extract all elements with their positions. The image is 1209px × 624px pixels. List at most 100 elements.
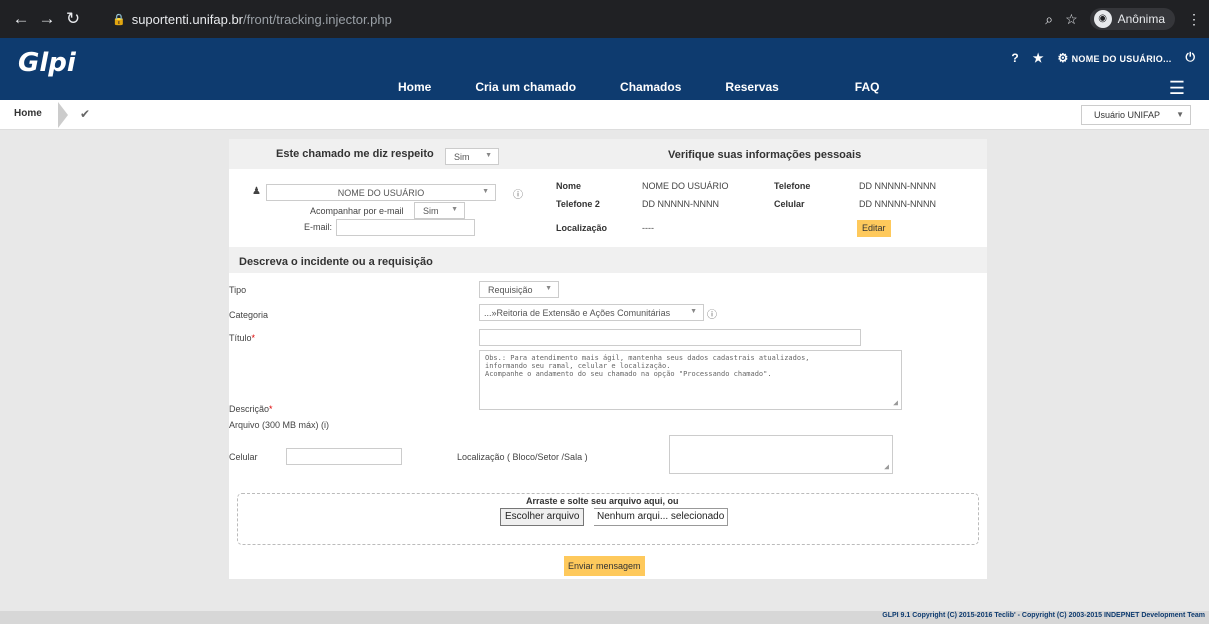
browser-menu-icon[interactable]: ⋮ [1187, 11, 1201, 28]
phone2-value: DD NNNNN-NNNN [642, 199, 719, 209]
type-select[interactable]: Requisição ▼ [479, 281, 559, 298]
title-label: Título* [229, 333, 255, 343]
main-menu: Home Cria um chamado Chamados Reservas F… [398, 80, 923, 94]
email-input[interactable] [336, 219, 475, 236]
reload-icon[interactable]: ↻ [60, 9, 86, 29]
concerns-label: Este chamado me diz respeito [276, 148, 434, 160]
email-label: E-mail: [304, 222, 333, 232]
verify-info-title: Verifique suas informações pessoais [668, 149, 862, 161]
description-label: Descrição* [229, 404, 273, 414]
file-label: Arquivo (300 MB máx) (i) [229, 420, 330, 430]
menu-home[interactable]: Home [398, 80, 431, 94]
chevron-down-icon: ▼ [482, 188, 489, 195]
title-input[interactable] [479, 329, 861, 346]
resize-handle-icon[interactable]: ◢ [884, 463, 889, 471]
description-textarea[interactable]: Obs.: Para atendimento mais ágil, manten… [479, 350, 902, 410]
bookmark-star-icon[interactable]: ☆ [1065, 11, 1078, 28]
chevron-down-icon: ▼ [545, 285, 552, 292]
chevron-down-icon: ▼ [690, 308, 697, 315]
app-header: Glpi ? ★ ⚙ NOME DO USUÁRIO... ⏻ Home Cri… [0, 38, 1209, 100]
phone2-label: Telefone 2 [556, 199, 600, 209]
submit-button[interactable]: Enviar mensagem [564, 556, 645, 576]
favorite-star-icon[interactable]: ★ [1033, 51, 1044, 65]
menu-faq[interactable]: FAQ [855, 80, 880, 94]
address-bar[interactable]: 🔒 suportenti.unifap.br/front/tracking.in… [112, 7, 1016, 31]
menu-reservations[interactable]: Reservas [725, 80, 778, 94]
edit-button[interactable]: Editar [857, 220, 891, 237]
description-text: Obs.: Para atendimento mais ágil, manten… [485, 354, 810, 378]
concerns-select-value: Sim [454, 152, 470, 162]
category-select-value: ...»Reitoria de Extensão e Ações Comunit… [484, 308, 671, 318]
mobile-field-label: Celular [229, 452, 258, 462]
mobile-value: DD NNNNN-NNNN [859, 199, 936, 209]
chevron-down-icon: ▼ [1176, 110, 1184, 119]
forward-arrow-icon[interactable]: → [34, 9, 60, 29]
header-user-actions: ? ★ ⚙ NOME DO USUÁRIO... ⏻ [1011, 50, 1195, 65]
type-select-value: Requisição [488, 285, 533, 295]
file-name-display: Nenhum arqui... selecionado [594, 508, 729, 526]
incognito-badge[interactable]: ◉ Anônima [1089, 8, 1175, 30]
menu-create-ticket[interactable]: Cria um chamado [475, 80, 576, 94]
breadcrumb: Home ✔ Usuário UNIFAP ▼ [0, 100, 1209, 130]
name-value: NOME DO USUÁRIO [642, 181, 729, 191]
choose-file-button[interactable]: Escolher arquivo [500, 508, 585, 526]
location-label: Localização [556, 223, 608, 233]
follow-email-select[interactable]: Sim ▼ [414, 202, 465, 219]
phone-label: Telefone [774, 181, 811, 191]
breadcrumb-separator [58, 102, 68, 128]
resize-handle-icon[interactable]: ◢ [893, 399, 898, 407]
checkmark-icon[interactable]: ✔ [80, 107, 90, 121]
url-host: suportenti.unifap.br [131, 11, 243, 27]
requester-user-value: NOME DO USUÁRIO [337, 188, 425, 198]
mobile-input[interactable] [286, 448, 402, 465]
chevron-down-icon: ▼ [451, 206, 458, 213]
user-name: NOME DO USUÁRIO... [1071, 53, 1172, 64]
file-dropzone[interactable]: Arraste e solte seu arquivo aqui, ou Esc… [237, 493, 979, 545]
browser-toolbar: ← → ↻ 🔒 suportenti.unifap.br/front/track… [0, 0, 1209, 38]
help-icon[interactable]: ? [1011, 51, 1018, 65]
glpi-logo[interactable]: Glpi [18, 48, 76, 78]
type-label: Tipo [229, 285, 247, 295]
info-icon[interactable]: ⓘ [513, 186, 523, 201]
user-preferences[interactable]: ⚙ NOME DO USUÁRIO... [1057, 51, 1171, 65]
browser-actions: ⌕ ☆ ◉ Anônima ⋮ [1045, 8, 1201, 30]
requester-section-header: Este chamado me diz respeito Sim ▼ Verif… [229, 139, 987, 169]
location-textarea[interactable]: ◢ [669, 435, 893, 474]
profile-select-value: Usuário UNIFAP [1094, 110, 1161, 120]
description-label-text: Descrição [229, 404, 270, 414]
profile-select[interactable]: Usuário UNIFAP ▼ [1081, 105, 1191, 125]
info-icon[interactable]: ⓘ [707, 306, 717, 321]
ticket-section-title: Descreva o incidente ou a requisição [239, 256, 433, 268]
breadcrumb-home[interactable]: Home [14, 108, 42, 119]
follow-email-value: Sim [423, 206, 439, 216]
concerns-select[interactable]: Sim ▼ [445, 148, 499, 165]
ticket-section-header: Descreva o incidente ou a requisição [229, 247, 987, 273]
zoom-icon[interactable]: ⌕ [1045, 11, 1053, 28]
chevron-down-icon: ▼ [485, 152, 492, 159]
lock-icon: 🔒 [112, 13, 126, 26]
dropzone-text: Arraste e solte seu arquivo aqui, ou [526, 496, 679, 506]
requester-user-select[interactable]: NOME DO USUÁRIO ▼ [266, 184, 496, 201]
name-label: Nome [556, 181, 582, 191]
user-icon: ♟ [252, 186, 261, 197]
required-mark: * [251, 333, 256, 343]
menu-tickets[interactable]: Chamados [620, 80, 681, 94]
logout-icon[interactable]: ⏻ [1186, 50, 1196, 65]
category-label: Categoria [229, 310, 269, 320]
footer-copyright[interactable]: GLPI 9.1 Copyright (C) 2015-2016 Teclib'… [882, 612, 1205, 619]
url-path: /front/tracking.injector.php [243, 11, 392, 27]
follow-email-label: Acompanhar por e-mail [310, 206, 404, 216]
phone-value: DD NNNNN-NNNN [859, 181, 936, 191]
category-select[interactable]: ...»Reitoria de Extensão e Ações Comunit… [479, 304, 704, 321]
location-value: ---- [642, 223, 654, 233]
required-mark: * [269, 404, 273, 414]
footer: GLPI 9.1 Copyright (C) 2015-2016 Teclib'… [0, 611, 1209, 624]
gear-icon: ⚙ [1057, 50, 1069, 65]
ticket-form: Este chamado me diz respeito Sim ▼ Verif… [229, 139, 987, 579]
incognito-label: Anônima [1117, 12, 1165, 26]
back-arrow-icon[interactable]: ← [8, 9, 34, 29]
location-field-label: Localização ( Bloco/Setor /Sala ) [457, 452, 588, 462]
hamburger-menu-icon[interactable]: ☰ [1169, 78, 1185, 99]
title-label-text: Título [229, 333, 252, 343]
mobile-label: Celular [774, 199, 805, 209]
